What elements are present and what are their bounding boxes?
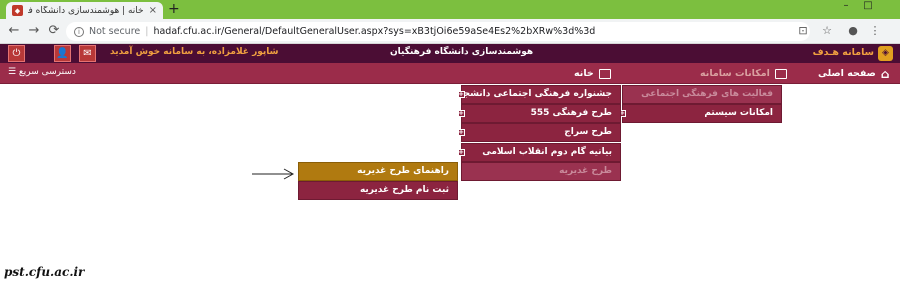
menu-label: ثبت نام طرح غدیریه <box>359 185 449 195</box>
menu-label: طرح غدیریه <box>559 166 612 176</box>
nav-home-label: خانه <box>574 68 594 79</box>
back-button[interactable]: ← <box>6 23 22 39</box>
forward-button[interactable]: → <box>26 23 42 39</box>
menu-cultural-activities[interactable]: فعالیت های فرهنگی اجتماعی <box>622 85 782 104</box>
tab-close-icon[interactable]: × <box>149 5 157 16</box>
home-icon: ⌂ <box>880 66 890 81</box>
url-text: hadaf.cfu.ac.ir/General/DefaultGeneralUs… <box>153 26 596 37</box>
url-input[interactable]: i Not secure | hadaf.cfu.ac.ir/General/D… <box>66 22 810 41</box>
menu-student-festival[interactable]: + جشنواره فرهنگی اجتماعی دانشجویان <box>444 85 621 104</box>
address-bar-area: ← → ⟳ i Not secure | hadaf.cfu.ac.ir/Gen… <box>0 19 900 44</box>
page-title: هوشمندسازی دانشگاه فرهنگیان <box>390 47 534 57</box>
menu-plan-555[interactable]: + طرح فرهنگی 555 <box>458 104 621 123</box>
browser-tab-bar: ◆ خانه | هوشمندسازی دانشگاه فره × + – □ <box>0 0 900 19</box>
browser-tab[interactable]: ◆ خانه | هوشمندسازی دانشگاه فره × <box>6 2 163 19</box>
menu-system-features[interactable]: + امکانات سیستم <box>619 104 782 123</box>
profile-icon[interactable]: ● <box>846 24 860 38</box>
messages-icon[interactable]: ✉ <box>79 45 96 62</box>
nav-main-page[interactable]: ⌂ صفحه اصلی <box>818 63 889 84</box>
menu-label: امکانات سیستم <box>704 108 773 118</box>
menu-label: فعالیت های فرهنگی اجتماعی <box>641 89 773 99</box>
new-tab-button[interactable]: + <box>168 1 180 17</box>
expand-icon: + <box>458 148 465 156</box>
menu-label: طرح فرهنگی 555 <box>530 108 612 118</box>
main-nav: دسترسی سریع ☰ خانه امکانات سامانه ⌂ صفحه… <box>0 63 900 84</box>
info-icon[interactable]: i <box>74 26 84 37</box>
nav-system-features-label: امکانات سامانه <box>700 68 770 79</box>
site-logo-icon: ◈ <box>878 46 893 61</box>
site-favicon-icon: ◆ <box>12 5 23 16</box>
maximize-window-button[interactable]: □ <box>858 0 878 14</box>
menu-ghadiriyeh-guide[interactable]: راهنمای طرح غدیریه <box>298 162 458 181</box>
expand-icon: + <box>458 109 465 117</box>
expand-icon: + <box>458 128 465 136</box>
minimize-window-button[interactable]: – <box>836 0 856 14</box>
reload-button[interactable]: ⟳ <box>46 23 62 39</box>
menu-label: جشنواره فرهنگی اجتماعی دانشجویان <box>443 89 612 99</box>
welcome-message: شاپور غلامزاده، به سامانه خوش آمدید <box>110 47 279 57</box>
menu-seraj[interactable]: + طرح سراج <box>458 123 621 142</box>
url-separator: | <box>145 26 149 37</box>
menu-ghadiriyeh[interactable]: طرح غدیریه <box>461 162 621 181</box>
list-icon <box>774 68 787 79</box>
watermark: pst.cfu.ac.ir <box>4 265 85 279</box>
tab-title: خانه | هوشمندسازی دانشگاه فره <box>28 5 144 16</box>
quick-access-button[interactable]: دسترسی سریع ☰ <box>8 67 76 77</box>
menu-label: راهنمای طرح غدیریه <box>357 166 449 176</box>
bookmark-star-icon[interactable]: ☆ <box>820 24 834 38</box>
menu-ghadiriyeh-register[interactable]: ثبت نام طرح غدیریه <box>298 181 458 200</box>
expand-icon: + <box>458 90 465 98</box>
nav-home[interactable]: خانه <box>574 63 611 84</box>
nav-system-features[interactable]: امکانات سامانه <box>700 63 787 84</box>
nav-main-page-label: صفحه اصلی <box>818 68 876 79</box>
logout-icon[interactable]: ⏻ <box>8 45 25 62</box>
menu-second-step-statement[interactable]: + بیانیه گام دوم انقلاب اسلامی <box>458 143 621 162</box>
menu-label: طرح سراج <box>564 127 612 137</box>
menu-label: بیانیه گام دوم انقلاب اسلامی <box>482 147 612 157</box>
site-logo-text: سامانه هـدف <box>812 47 874 58</box>
translate-icon[interactable]: ⊡ <box>796 24 810 38</box>
menu-kebab-icon[interactable]: ⋮ <box>868 24 882 38</box>
site-header: ⏻ 👤 ✉ شاپور غلامزاده، به سامانه خوش آمدی… <box>0 44 900 63</box>
annotation-arrow-icon <box>252 168 295 180</box>
window-icon <box>598 68 611 79</box>
security-label: Not secure <box>89 26 141 37</box>
user-profile-icon[interactable]: 👤 <box>54 45 71 62</box>
